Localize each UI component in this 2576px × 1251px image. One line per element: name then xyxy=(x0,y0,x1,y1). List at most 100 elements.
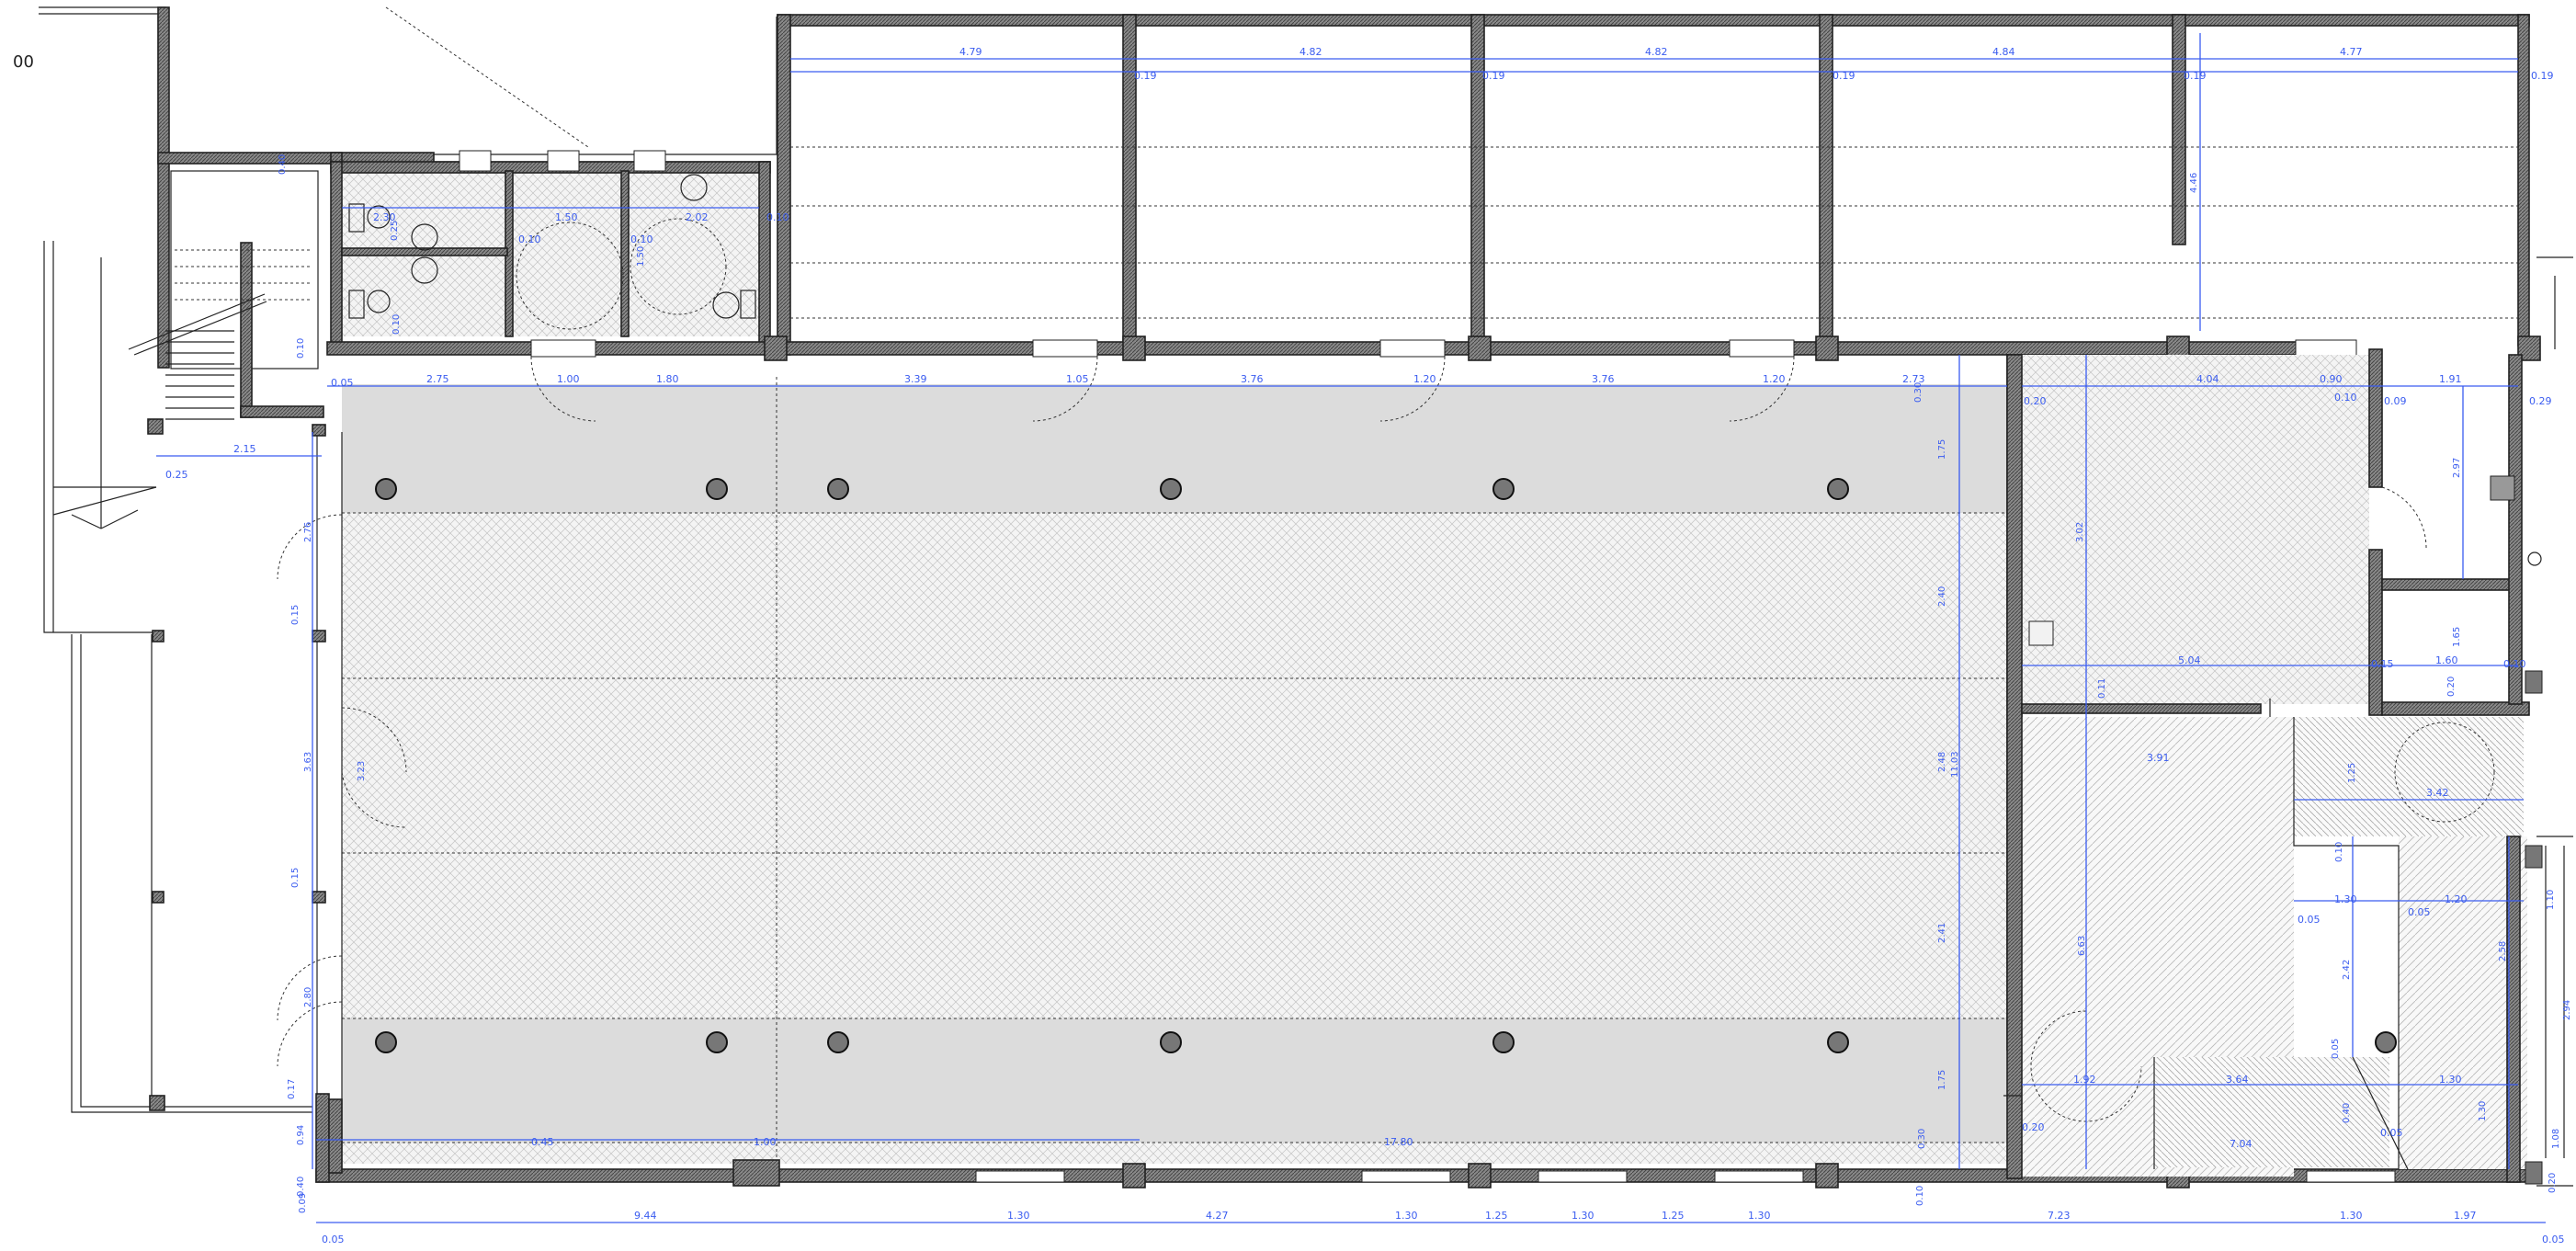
dim-label: 0.45 xyxy=(531,1136,554,1148)
dim-label: 0.20 xyxy=(2446,677,2457,697)
dim-label: 0.10 xyxy=(766,211,789,223)
dim-bay-height: 4.46 xyxy=(2189,173,2199,193)
dim-label: 0.15 xyxy=(290,605,301,625)
dim-label: 2.94 xyxy=(2562,1000,2572,1020)
dim-label: 1.30 xyxy=(1748,1210,1771,1222)
dim-label: 0.15 xyxy=(2371,658,2394,670)
dim-label: 0.94 xyxy=(296,1125,306,1145)
dim-label: 0.10 xyxy=(2334,392,2357,404)
west-exterior xyxy=(43,241,326,1113)
dim-label: 2.02 xyxy=(686,211,709,223)
dim-label: 1.05 xyxy=(1066,373,1089,385)
dim-label: 0.20 xyxy=(2548,1173,2558,1193)
dim-label: 2.58 xyxy=(2498,941,2508,961)
dim-wall-1: 0.19 xyxy=(1134,70,1157,82)
dim-wall-5: 0.19 xyxy=(2531,70,2554,82)
dim-label: 0.20 xyxy=(2022,1121,2045,1133)
dim-label: 3.02 xyxy=(2075,522,2085,542)
dim-label: 1.60 xyxy=(2435,654,2458,666)
dim-label: 0.17 xyxy=(287,1079,297,1099)
dim-label: 3.64 xyxy=(2226,1074,2249,1086)
dim-label: 1.30 xyxy=(1007,1210,1030,1222)
dim-label: 3.39 xyxy=(904,373,927,385)
dim-label: 1.25 xyxy=(1662,1210,1685,1222)
dim-label: 0.25 xyxy=(390,221,400,241)
dim-bay-5: 4.77 xyxy=(2340,46,2363,58)
dim-label: 0.09 xyxy=(2384,395,2407,407)
dim-bay-3: 4.82 xyxy=(1645,46,1668,58)
dim-label: 0.15 xyxy=(290,868,301,888)
dim-label: 2.42 xyxy=(2342,960,2352,980)
dim-label: 0.25 xyxy=(165,469,188,481)
dim-label: 1.97 xyxy=(2454,1210,2477,1222)
dim-label: 1.50 xyxy=(555,211,578,223)
dim-label: 6.63 xyxy=(2077,936,2087,956)
dim-label: 0.20 xyxy=(2024,395,2047,407)
north-bays: 4.79 4.82 4.82 4.84 4.77 0.19 0.19 0.19 … xyxy=(777,14,2554,356)
dim-label: 7.23 xyxy=(2048,1210,2071,1222)
dim-label: 1.10 xyxy=(2546,890,2556,910)
dim-label: 1.20 xyxy=(2445,893,2468,905)
dim-label: 0.05 xyxy=(322,1234,345,1245)
dim-label: 0.09 xyxy=(298,1193,308,1213)
dim-label: 1.30 xyxy=(1395,1210,1418,1222)
dim-label: 1.25 xyxy=(2347,763,2357,783)
dim-label: 0.05 xyxy=(2331,1039,2341,1059)
dim-label: 0.40 xyxy=(2342,1103,2352,1123)
dim-label: 0.11 xyxy=(2097,678,2107,699)
dim-label: 0.10 xyxy=(630,233,653,245)
dim-label: 0.10 xyxy=(2503,658,2526,670)
dim-label: 0.10 xyxy=(2334,842,2344,862)
dim-label: 1.80 xyxy=(656,373,679,385)
dim-label: 0.05 xyxy=(331,377,354,389)
dim-label: 3.63 xyxy=(303,752,313,772)
dim-label: 1.75 xyxy=(1937,439,1947,460)
dim-label: 2.80 xyxy=(303,987,313,1007)
dim-label: 2.41 xyxy=(1937,923,1947,943)
dim-wall-4: 0.19 xyxy=(2184,70,2207,82)
dim-label: 3.76 xyxy=(1241,373,1264,385)
dim-label: 0.30 xyxy=(1917,1129,1927,1149)
dim-label: 1.20 xyxy=(1763,373,1786,385)
dim-label: 17.80 xyxy=(1384,1136,1413,1148)
dim-label: 1.92 xyxy=(2073,1074,2096,1086)
dim-label: 1.50 xyxy=(636,246,646,267)
dim-label: 1.30 xyxy=(2439,1074,2462,1086)
dim-bay-2: 4.82 xyxy=(1299,46,1322,58)
dim-label: 1.75 xyxy=(1937,1070,1947,1090)
dim-label: 1.30 xyxy=(2478,1101,2488,1121)
dim-label: 0.05 xyxy=(2408,906,2431,918)
dim-wall-3: 0.19 xyxy=(1833,70,1855,82)
dim-label: 9.44 xyxy=(634,1210,657,1222)
dim-label: 0.10 xyxy=(392,314,402,335)
dim-label: 0.05 xyxy=(2542,1234,2565,1245)
dim-label: 2.48 xyxy=(1937,752,1947,772)
dim-label: 7.04 xyxy=(2230,1138,2253,1150)
dim-label: 4.04 xyxy=(2196,373,2219,385)
dim-label: 1.00 xyxy=(557,373,580,385)
dim-label: 3.42 xyxy=(2426,787,2449,799)
dim-label: 0.05 xyxy=(2380,1127,2403,1139)
dim-bay-4: 4.84 xyxy=(1992,46,2015,58)
dim-label: 0.05 xyxy=(2298,914,2321,926)
east-wing xyxy=(2003,256,2573,1187)
dim-wall-2: 0.19 xyxy=(1482,70,1505,82)
dim-label: 1.20 xyxy=(1413,373,1436,385)
dim-label: 1.25 xyxy=(1485,1210,1508,1222)
north-wall xyxy=(326,341,2302,356)
dim-label: 1.91 xyxy=(2439,373,2462,385)
dim-label: 2.15 xyxy=(233,443,256,455)
dim-label: 11.03 xyxy=(1950,751,1960,778)
corner-label: 00 xyxy=(13,52,34,72)
dim-label: 1.08 xyxy=(2551,1129,2561,1149)
dim-label: 1.00 xyxy=(754,1136,777,1148)
dim-label: 0.10 xyxy=(518,233,541,245)
dim-label: 0.40 xyxy=(278,154,288,175)
floor-plan: 00 4.79 4.82 4.82 4.84 4.77 0.19 0.19 0.… xyxy=(13,6,2573,1245)
dim-label: 1.65 xyxy=(2452,627,2462,647)
dim-label: 0.29 xyxy=(2529,395,2552,407)
dim-label: 0.30 xyxy=(1913,382,1923,403)
dim-label: 5.04 xyxy=(2178,654,2201,666)
dim-label: 1.30 xyxy=(2334,893,2357,905)
dim-label: 3.23 xyxy=(357,761,367,781)
